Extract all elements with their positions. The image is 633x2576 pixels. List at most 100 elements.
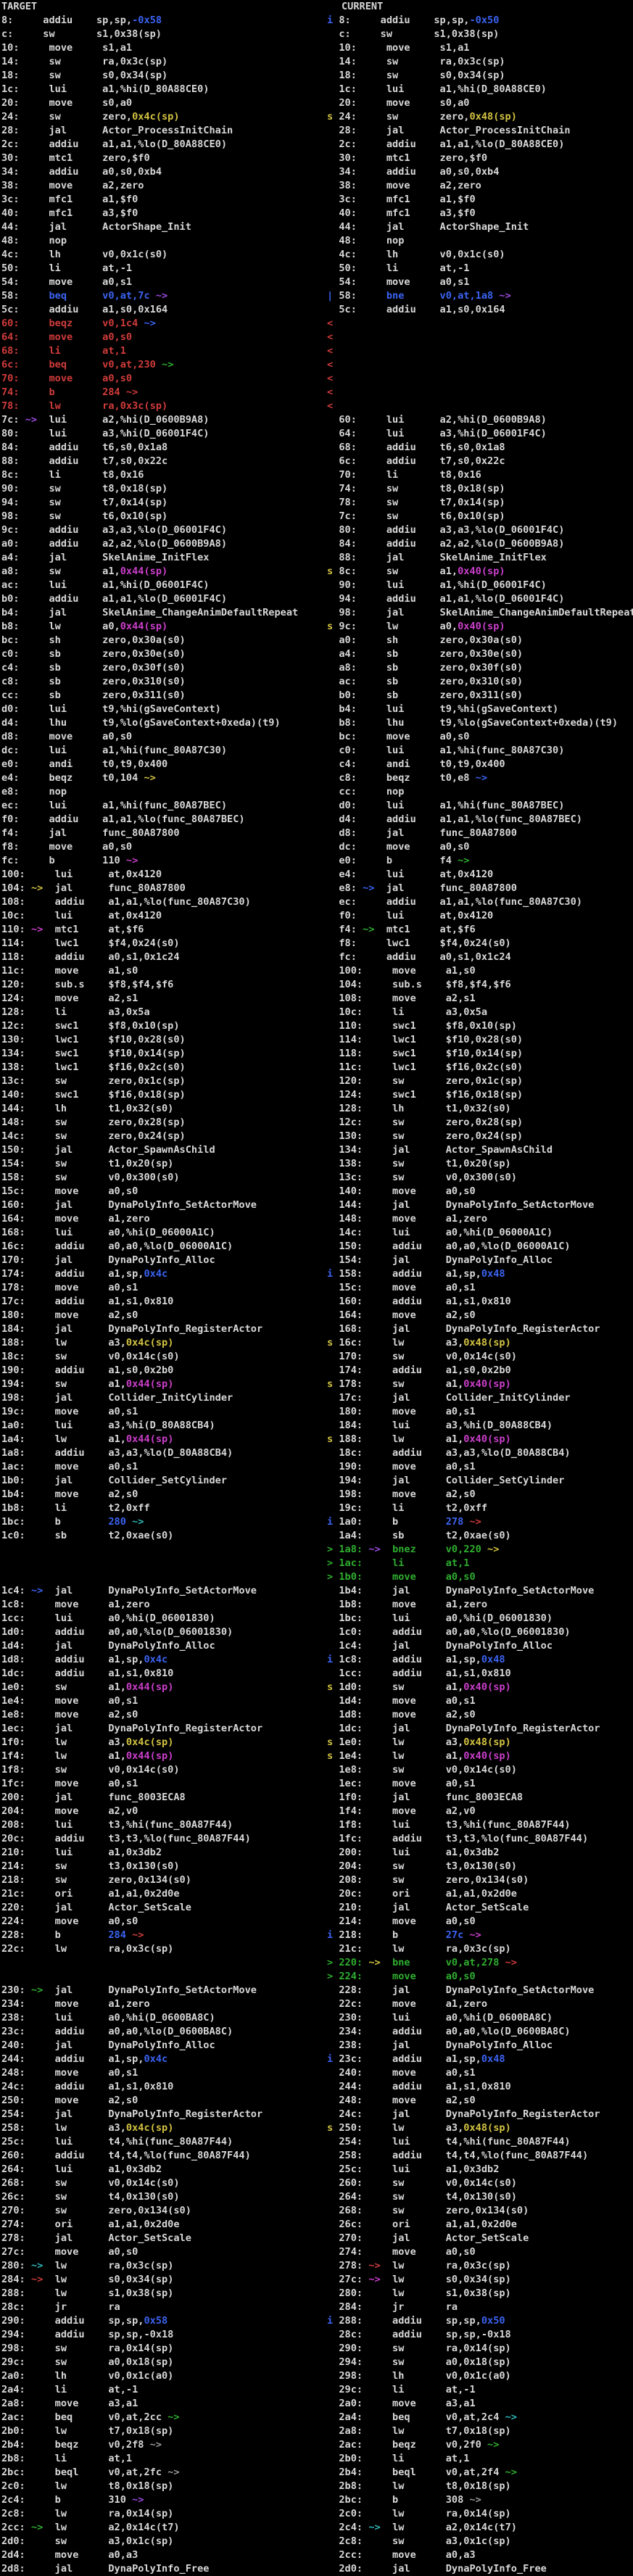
- diff-row: > 1ac: li at,1: [0, 1557, 633, 1570]
- operands: a1,: [446, 1433, 464, 1445]
- current-cell: 230: lui a0,%hi(D_0600BA8C): [327, 2011, 633, 2025]
- operands: v0,at,230: [102, 359, 156, 370]
- target-cell: 1b0: jal Collider_SetCylinder: [0, 1474, 327, 1488]
- diff-row: 258: lw a3,0x4c(sp)s 250: lw a3,0x48(sp): [0, 2121, 633, 2135]
- operands: func_80A87800: [440, 882, 517, 894]
- diff-row: 1f4: lw a1,0x44(sp)s 1e4: lw a1,0x40(sp): [0, 1749, 633, 1763]
- mnemonic: move: [49, 373, 102, 384]
- address: 14:: [1, 56, 20, 67]
- mnemonic: move: [55, 1461, 109, 1473]
- branch-target-arrow-icon: ~>: [363, 924, 374, 935]
- current-cell: 60: lui a2,%hi(D_0600B9A8): [327, 413, 633, 427]
- address: 114:: [339, 1034, 363, 1045]
- operands: a3,a3,%lo(D_80A88CB4): [446, 1447, 571, 1459]
- diff-row: 230: ~> jal DynaPolyInfo_SetActorMove 22…: [0, 1984, 633, 1997]
- address: 144:: [1, 1103, 25, 1114]
- current-cell: 270: jal Actor_SetScale: [327, 2232, 633, 2245]
- mnemonic: sw: [392, 1874, 446, 1886]
- address: 164:: [1, 1213, 25, 1225]
- diff-row: b4: jal SkelAnime_ChangeAnimDefaultRepea…: [0, 606, 633, 620]
- address: 38:: [1, 180, 20, 191]
- mnemonic: addiu: [55, 1241, 109, 1252]
- mnemonic: jal: [392, 1902, 446, 1913]
- current-cell: bc: move a0,s0: [327, 730, 633, 744]
- address: 98:: [339, 607, 357, 618]
- current-cell: 254: lui t4,%hi(func_80A87F44): [327, 2135, 633, 2149]
- mnemonic: addiu: [386, 896, 440, 908]
- operands: SkelAnime_ChangeAnimDefaultRepeat: [102, 607, 298, 618]
- address: 2b0:: [1, 2425, 25, 2437]
- branch-target-arrow-icon: ~>: [368, 2522, 380, 2533]
- mnemonic: move: [55, 1695, 109, 1707]
- operands: a1,a1,%lo(func_80A87BEC): [102, 813, 244, 825]
- diff-row: 8c: li t8,0x16 70: li t8,0x16: [0, 468, 633, 482]
- target-cell: 208: lui t3,%hi(func_80A87F44): [0, 1818, 327, 1832]
- address: 204:: [1, 1805, 25, 1817]
- current-cell: 258: addiu t4,t4,%lo(func_80A87F44): [327, 2149, 633, 2163]
- address: e8:: [1, 786, 20, 798]
- operands: Collider_InitCylinder: [446, 1392, 571, 1404]
- current-cell: 88: jal SkelAnime_InitFlex: [327, 551, 633, 565]
- diff-row: 1f0: lw a3,0x4c(sp)s 1e0: lw a3,0x48(sp): [0, 1736, 633, 1749]
- mnemonic: addiu: [392, 1833, 446, 1844]
- operands: 0x44(sp): [126, 1681, 173, 1693]
- mnemonic: lui: [55, 2163, 109, 2175]
- mnemonic: move: [49, 42, 102, 54]
- mnemonic: move: [49, 276, 102, 288]
- current-cell: 260: sw v0,0x14c(s0): [327, 2177, 633, 2190]
- address: f8:: [1, 841, 20, 853]
- operands: DynaPolyInfo_Alloc: [108, 1640, 215, 1652]
- diff-row: 134: swc1 $f10,0x14(sp) 118: swc1 $f10,0…: [0, 1047, 633, 1061]
- diff-row: 2bc: beql v0,at,2fc ~> 2b4: beql v0,at,2…: [0, 2466, 633, 2480]
- diff-row: cc: sb zero,0x311(s0) b0: sb zero,0x311(…: [0, 689, 633, 703]
- mnemonic: lw: [55, 2122, 109, 2134]
- mnemonic: move: [392, 1571, 446, 1583]
- mnemonic: sw: [49, 510, 102, 522]
- current-cell: 50: li at,-1: [327, 262, 633, 276]
- operands: a0,s0: [440, 731, 470, 742]
- operands: a2,0x14c(t7): [446, 2522, 517, 2533]
- branch-source-arrow-icon: ~>: [132, 2494, 144, 2506]
- mnemonic: jal: [55, 1254, 109, 1266]
- branch-source-arrow-icon: ~>: [162, 359, 173, 370]
- operands: DynaPolyInfo_Alloc: [108, 2039, 215, 2051]
- address: 1a8:: [1, 1447, 25, 1459]
- operands: ra,0x3c(sp): [102, 56, 167, 67]
- mnemonic: addiu: [55, 1364, 109, 1376]
- address: 90:: [1, 483, 20, 494]
- address: e8:: [339, 882, 357, 894]
- diff-marker: i: [327, 1516, 339, 1528]
- mnemonic: mfc1: [386, 194, 440, 205]
- target-cell: 1cc: lui a0,%hi(D_06001830): [0, 1612, 327, 1625]
- address: 260:: [1, 2150, 25, 2161]
- current-cell: 18: sw s0,0x34(sp): [327, 69, 633, 83]
- current-cell: c4: andi t0,t9,0x400: [327, 758, 633, 771]
- address: 258:: [339, 2150, 363, 2161]
- diff-row: 228: b 284 ~>i 218: b 27c ~>: [0, 1929, 633, 1942]
- target-cell: 64: move a0,s0: [0, 331, 327, 344]
- operands: ra,0x14(sp): [108, 2343, 173, 2354]
- current-cell: 150: addiu a0,a0,%lo(D_06000A1C): [327, 1240, 633, 1254]
- operands: zero,0x30e(s0): [102, 648, 186, 660]
- target-cell: 288: lw s1,0x38(sp): [0, 2287, 327, 2300]
- address: b0:: [1, 593, 20, 605]
- operands: a3,0x1c(sp): [446, 2535, 511, 2547]
- operands: $f4,0x24(s0): [440, 937, 511, 949]
- operands: zero,0x30e(s0): [440, 648, 524, 660]
- address: 198:: [339, 1488, 363, 1500]
- diff-row: b8: lw a0,0x44(sp)s 9c: lw a0,0x40(sp): [0, 620, 633, 634]
- address: 298:: [339, 2370, 363, 2382]
- address: 4c:: [339, 249, 357, 260]
- address: 1f4:: [339, 1805, 363, 1817]
- current-cell: 1bc: lui a0,%hi(D_06001830): [327, 1612, 633, 1625]
- operands: a1,0x3db2: [108, 2163, 162, 2175]
- current-cell: 110: swc1 $f8,0x10(sp): [327, 1019, 633, 1033]
- address: 2c0:: [339, 2508, 363, 2519]
- address: bc:: [339, 731, 357, 742]
- current-cell: 1dc: jal DynaPolyInfo_RegisterActor: [327, 1722, 633, 1736]
- address: 28c:: [1, 2301, 25, 2313]
- diff-row: 1ec: jal DynaPolyInfo_RegisterActor 1dc:…: [0, 1722, 633, 1736]
- current-cell: 124: swc1 $f16,0x18(sp): [327, 1088, 633, 1102]
- current-cell: i 288: addiu sp,sp,0x50: [327, 2314, 633, 2328]
- target-cell: 144: lh t1,0x32(s0): [0, 1102, 327, 1116]
